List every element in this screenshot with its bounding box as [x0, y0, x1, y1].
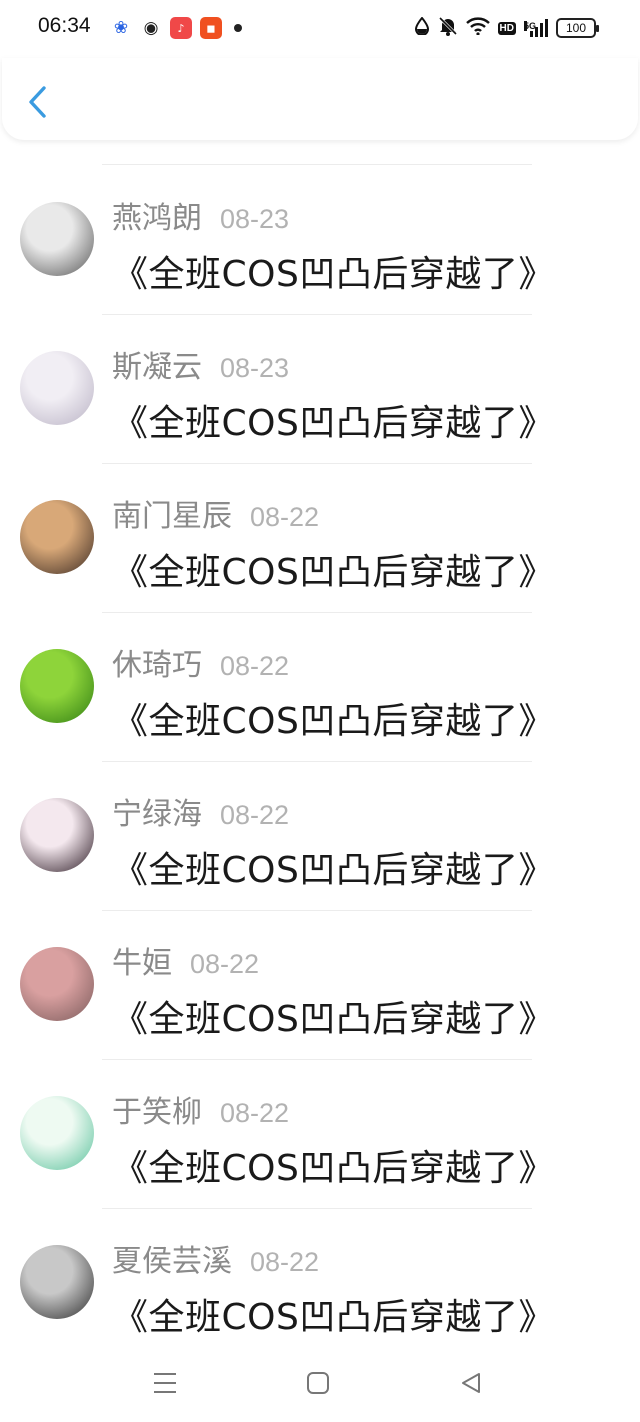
comment-meta: 休琦巧 08-22: [112, 640, 289, 684]
status-time: 06:34: [38, 14, 91, 37]
comment-item[interactable]: 牛姮 08-22 《全班COS凹凸后穿越了》: [0, 910, 640, 1059]
avatar[interactable]: [20, 351, 94, 425]
chevron-left-icon: [29, 86, 46, 118]
comment-item[interactable]: 休琦巧 08-22 《全班COS凹凸后穿越了》: [0, 612, 640, 761]
avatar[interactable]: [20, 798, 94, 872]
comment-date: 08-22: [220, 651, 290, 681]
comment-date: 08-22: [220, 800, 290, 830]
comment-meta: 南门星辰 08-22: [112, 491, 319, 535]
home-button[interactable]: [303, 1368, 333, 1398]
username[interactable]: 夏侯芸溪: [112, 1236, 232, 1280]
avatar[interactable]: [20, 202, 94, 276]
comment-item[interactable]: 于笑柳 08-22 《全班COS凹凸后穿越了》: [0, 1059, 640, 1208]
comment-date: 08-23: [220, 353, 290, 383]
menu-icon: [154, 1373, 176, 1393]
comment-date: 08-23: [220, 204, 290, 234]
network-type-label: 5G: [524, 21, 537, 31]
notification-icons: ❀ ◉ ♪ ◼: [110, 17, 242, 39]
shopping-app-icon: ◼: [200, 17, 222, 39]
wifi-icon: [465, 17, 490, 39]
comment-item[interactable]: 斯凝云 08-23 《全班COS凹凸后穿越了》: [0, 314, 640, 463]
comment-meta: 燕鸿朗 08-23: [112, 193, 289, 237]
comment-meta: 斯凝云 08-23: [112, 342, 289, 386]
top-app-bar: [2, 58, 638, 140]
comment-item[interactable]: 燕鸿朗 08-23 《全班COS凹凸后穿越了》: [0, 165, 640, 314]
comment-date: 08-22: [250, 1247, 320, 1277]
more-notifications-dot: [234, 24, 242, 32]
comment-item[interactable]: 南门星辰 08-22 《全班COS凹凸后穿越了》: [0, 463, 640, 612]
avatar[interactable]: [20, 947, 94, 1021]
system-back-button[interactable]: [456, 1368, 486, 1398]
avatar[interactable]: [20, 500, 94, 574]
username[interactable]: 牛姮: [112, 938, 172, 982]
mute-bell-icon: [438, 16, 458, 40]
system-icons: HD 5G 100: [414, 16, 599, 40]
comment-date: 08-22: [190, 949, 260, 979]
username[interactable]: 南门星辰: [112, 491, 232, 535]
comment-meta: 夏侯芸溪 08-22: [112, 1236, 319, 1280]
username[interactable]: 休琦巧: [112, 640, 202, 684]
avatar[interactable]: [20, 1245, 94, 1319]
comment-text: 《全班COS凹凸后穿越了》: [112, 1148, 555, 1189]
comment-text: 《全班COS凹凸后穿越了》: [112, 1297, 555, 1338]
comment-date: 08-22: [220, 1098, 290, 1128]
username[interactable]: 于笑柳: [112, 1087, 202, 1131]
wechat-icon: ◉: [140, 17, 162, 39]
comment-meta: 宁绿海 08-22: [112, 789, 289, 833]
comment-text: 《全班COS凹凸后穿越了》: [112, 701, 555, 742]
battery-indicator: 100: [556, 18, 599, 38]
hd-badge: HD: [497, 21, 516, 35]
comment-text: 《全班COS凹凸后穿越了》: [112, 403, 555, 444]
comment-item[interactable]: 夏侯芸溪 08-22 《全班COS凹凸后穿越了》: [0, 1208, 640, 1357]
comment-text: 《全班COS凹凸后穿越了》: [112, 999, 555, 1040]
back-button[interactable]: [20, 82, 54, 122]
comment-date: 08-22: [250, 502, 320, 532]
music-app-icon: ♪: [170, 17, 192, 39]
username[interactable]: 燕鸿朗: [112, 193, 202, 237]
comment-text: 《全班COS凹凸后穿越了》: [112, 552, 555, 593]
system-navigation-bar: [0, 1342, 640, 1422]
comment-text: 《全班COS凹凸后穿越了》: [112, 850, 555, 891]
back-triangle-icon: [462, 1373, 480, 1393]
cellular-signal-icon: 5G: [524, 19, 548, 37]
comment-text: 《全班COS凹凸后穿越了》: [112, 254, 555, 295]
data-saver-icon: [414, 16, 430, 39]
comment-meta: 牛姮 08-22: [112, 938, 259, 982]
username[interactable]: 宁绿海: [112, 789, 202, 833]
baidu-icon: ❀: [110, 17, 132, 39]
comment-meta: 于笑柳 08-22: [112, 1087, 289, 1131]
status-bar: 06:34 ❀ ◉ ♪ ◼ HD 5G 100: [0, 0, 640, 58]
comment-item[interactable]: 宁绿海 08-22 《全班COS凹凸后穿越了》: [0, 761, 640, 910]
avatar[interactable]: [20, 1096, 94, 1170]
menu-button[interactable]: [150, 1368, 180, 1398]
avatar[interactable]: [20, 649, 94, 723]
home-square-icon: [307, 1372, 329, 1394]
username[interactable]: 斯凝云: [112, 342, 202, 386]
